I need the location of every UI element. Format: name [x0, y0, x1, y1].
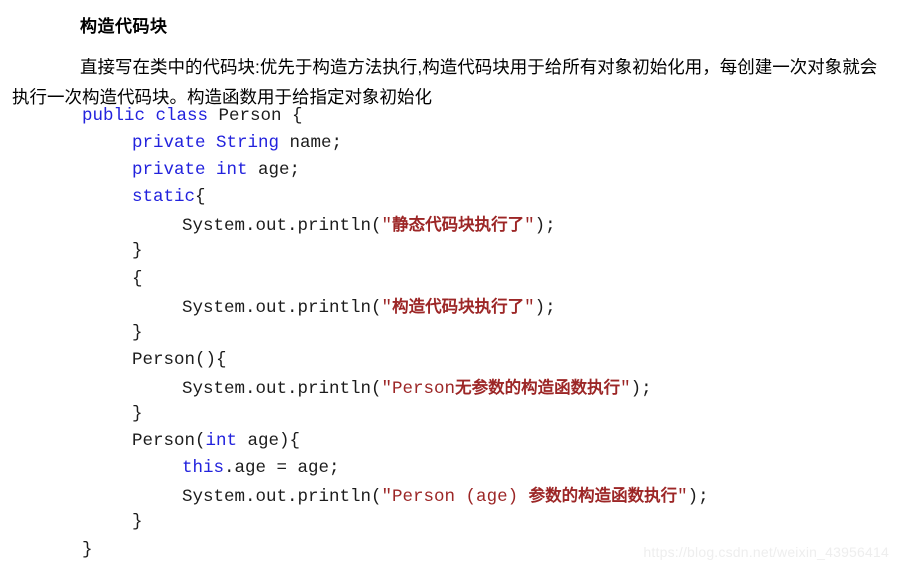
code-token: age;: [247, 160, 301, 181]
code-line: }: [0, 509, 897, 536]
code-token: }: [132, 404, 143, 425]
code-token: System.out.println(: [182, 487, 382, 508]
code-line: System.out.println("构造代码块执行了");: [0, 293, 897, 320]
code-token: ": [381, 216, 393, 237]
code-token: 构造代码块执行了: [392, 296, 525, 316]
watermark-url: https://blog.csdn.net/weixin_43956414: [643, 544, 889, 560]
code-token: int: [205, 431, 238, 452]
code-token: 无参数的构造函数执行: [455, 377, 621, 397]
code-token: Person(: [132, 431, 206, 452]
code-line: System.out.println("Person无参数的构造函数执行");: [0, 374, 897, 401]
code-token: Person(){: [132, 349, 227, 370]
code-token: 静态代码块执行了: [392, 215, 525, 235]
java-code-block: public class Person {private String name…: [0, 103, 897, 564]
code-line: System.out.println("静态代码块执行了");: [0, 211, 897, 238]
code-token: }: [132, 322, 143, 343]
code-token: int: [216, 160, 248, 181]
code-token: String: [216, 133, 280, 154]
code-token: System.out.println(: [182, 297, 382, 318]
code-token: ": [677, 487, 688, 508]
code-token: System.out.println(: [182, 216, 382, 237]
code-line: {: [0, 266, 897, 293]
code-token: public: [82, 106, 146, 126]
code-token: ": [620, 378, 631, 399]
code-line: }: [0, 238, 897, 265]
code-line: }: [0, 401, 897, 428]
code-token: ": [524, 297, 535, 318]
code-line: }: [0, 320, 897, 347]
code-token: "Person (age): [381, 487, 529, 508]
code-token: static: [132, 187, 196, 208]
code-token: name;: [279, 133, 343, 154]
code-line: Person(){: [0, 347, 897, 374]
code-token: age){: [237, 431, 301, 452]
document-page: 构造代码块 直接写在类中的代码块:优先于构造方法执行,构造代码块用于给所有对象初…: [0, 0, 897, 570]
code-token: );: [630, 378, 652, 399]
code-token: private: [132, 133, 206, 154]
code-token: }: [132, 512, 143, 533]
code-token: ": [524, 216, 535, 237]
page-title: 构造代码块: [80, 17, 168, 37]
code-token: 参数的构造函数执行: [528, 486, 678, 506]
code-token: this: [182, 458, 225, 479]
code-token: .age = age;: [224, 458, 340, 479]
code-line: private int age;: [0, 157, 897, 184]
code-token: }: [82, 539, 93, 560]
code-token: class: [155, 106, 209, 126]
code-line: Person(int age){: [0, 428, 897, 455]
code-token: ": [381, 297, 393, 318]
code-line: System.out.println("Person (age) 参数的构造函数…: [0, 482, 897, 509]
code-token: );: [534, 297, 556, 318]
code-token: {: [132, 268, 143, 289]
code-line: public class Person {: [0, 103, 897, 130]
code-line: static{: [0, 184, 897, 211]
code-token: {: [195, 187, 206, 208]
code-token: );: [534, 216, 556, 237]
code-token: );: [687, 487, 709, 508]
code-token: private: [132, 160, 206, 181]
code-token: System.out.println(: [182, 378, 382, 399]
code-token: "Person: [381, 378, 456, 399]
code-token: }: [132, 241, 143, 262]
code-token: Person {: [208, 106, 303, 126]
code-line: private String name;: [0, 130, 897, 157]
code-line: this.age = age;: [0, 455, 897, 482]
